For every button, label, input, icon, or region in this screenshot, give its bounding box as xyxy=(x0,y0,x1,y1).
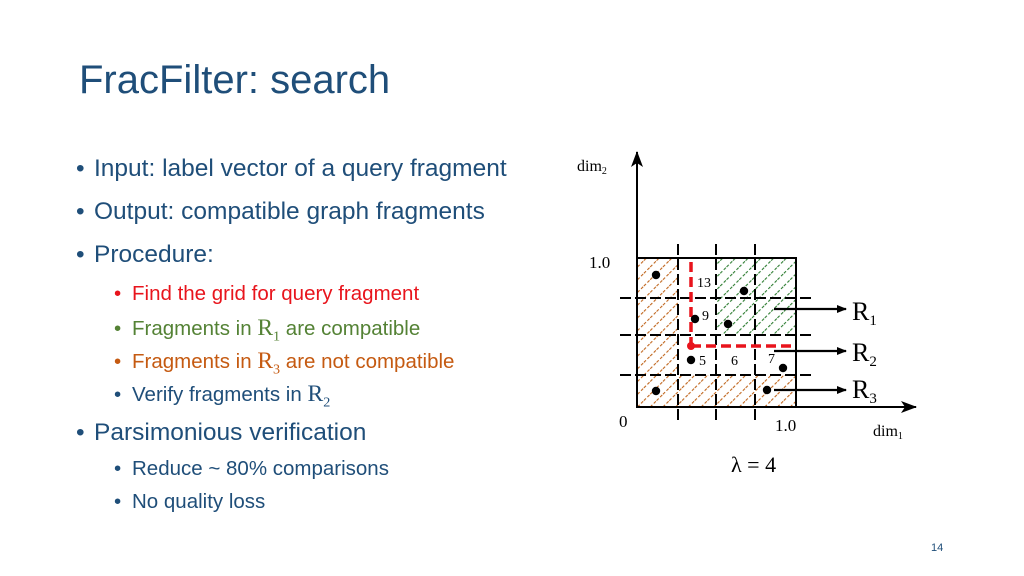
fragment-point xyxy=(762,385,772,395)
x-axis-label: dim1 xyxy=(873,423,903,442)
fragment-point xyxy=(651,386,661,396)
x-max-label: 1.0 xyxy=(775,416,796,435)
fracfilter-grid-diagram: 13 9 5 6 7 R1 R2 R3 dim2 dim1 1.0 1.0 0 … xyxy=(577,151,917,477)
y-max-label: 1.0 xyxy=(589,253,610,272)
lambda-label: λ = 4 xyxy=(731,452,776,477)
fragment-point xyxy=(686,355,696,365)
cell-number: 13 xyxy=(697,276,711,291)
fragment-point xyxy=(723,319,733,329)
fragment-point xyxy=(778,363,788,373)
fragment-point xyxy=(739,286,749,296)
region-r3-left-column xyxy=(637,258,678,407)
origin-label: 0 xyxy=(619,412,628,431)
region-label-r1: R1 xyxy=(852,297,877,329)
cell-number: 7 xyxy=(768,352,775,367)
fragment-point xyxy=(690,314,700,324)
cell-number: 9 xyxy=(702,309,709,324)
page-number: 14 xyxy=(931,542,944,554)
cell-number: 6 xyxy=(731,354,738,369)
y-axis-label: dim2 xyxy=(577,158,607,177)
cell-number: 5 xyxy=(699,354,706,369)
fragment-point xyxy=(651,270,661,280)
region-label-r3: R3 xyxy=(852,375,877,407)
query-point xyxy=(687,342,695,350)
region-label-r2: R2 xyxy=(852,338,877,370)
